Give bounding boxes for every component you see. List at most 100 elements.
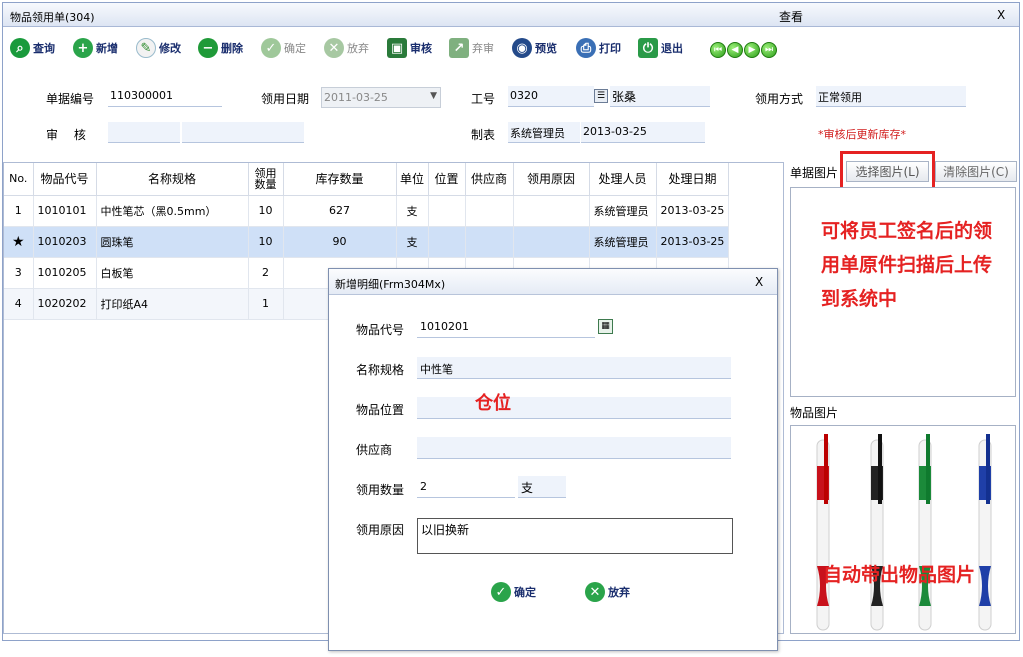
edit-label: 修改: [159, 42, 181, 55]
preview-icon: ◉: [512, 38, 532, 58]
minus-icon: −: [198, 38, 218, 58]
dialog-cancel-button[interactable]: ✕ 放弃: [585, 582, 630, 602]
dialog-code-field[interactable]: 1010201: [417, 316, 595, 338]
dialog-pos-field[interactable]: [417, 397, 731, 419]
add-detail-dialog: 新增明细(Frm304Mx) X 物品代号 1010201 ▦ 名称规格 中性笔…: [328, 268, 778, 651]
query-label: 查询: [33, 42, 55, 55]
lookup-icon[interactable]: ☰: [594, 89, 608, 103]
cell-code: 1020202: [33, 288, 97, 320]
delete-button[interactable]: − 删除: [198, 34, 243, 62]
col-pos[interactable]: 位置: [428, 163, 466, 196]
cell-qty: 10: [248, 195, 284, 227]
upload-annotation: 可将员工签名后的领 用单原件扫描后上传 到系统中: [821, 214, 1017, 316]
dialog-reason-field[interactable]: 以旧换新: [417, 518, 733, 554]
date-value: 2011-03-25: [324, 91, 388, 104]
auditor-field: [108, 122, 180, 143]
check-icon: ✓: [261, 38, 281, 58]
col-date[interactable]: 处理日期: [656, 163, 730, 196]
cell-date: 2013-03-25: [656, 195, 730, 227]
date-field[interactable]: 2011-03-25 ▼: [321, 87, 441, 108]
col-unit[interactable]: 单位: [396, 163, 429, 196]
cell-handler: 系统管理员: [589, 195, 657, 227]
cell-qty: 1: [248, 288, 284, 320]
col-qty[interactable]: 领用数量: [248, 163, 284, 196]
doc-no-label: 单据编号: [46, 92, 95, 106]
col-no[interactable]: No.: [4, 163, 34, 196]
audit-button[interactable]: ▣ 审核: [387, 34, 432, 62]
unaudit-icon: ↗: [449, 38, 469, 58]
window-mode: 查看: [779, 10, 804, 24]
cell-supplier: [465, 226, 514, 258]
prev-record-icon[interactable]: ◀: [727, 42, 743, 58]
window-title: 物品领用单(304): [10, 11, 95, 24]
query-button[interactable]: ⌕ 查询: [10, 34, 55, 62]
col-name[interactable]: 名称规格: [96, 163, 249, 196]
close-button[interactable]: X: [997, 8, 1005, 22]
dialog-title-bar: 新增明细(Frm304Mx) X: [329, 269, 777, 295]
table-row[interactable]: 1 1010101 中性笔芯（黑0.5mm） 10 627 支 系统管理员 20…: [4, 195, 730, 227]
doc-image-panel[interactable]: 可将员工签名后的领 用单原件扫描后上传 到系统中: [790, 187, 1016, 397]
cell-handler: 系统管理员: [589, 226, 657, 258]
first-record-icon[interactable]: ⏮: [710, 42, 726, 58]
method-label: 领用方式: [755, 92, 804, 106]
confirm-button[interactable]: ✓ 确定: [261, 34, 306, 62]
method-field[interactable]: 正常领用: [816, 86, 966, 107]
grid-lookup-icon[interactable]: ▦: [598, 319, 613, 334]
preview-button[interactable]: ◉ 预览: [512, 34, 557, 62]
unaudit-button[interactable]: ↗ 弃审: [449, 34, 494, 62]
col-handler[interactable]: 处理人员: [589, 163, 657, 196]
highlight-box: [840, 151, 935, 192]
pens-image: [816, 434, 992, 631]
cancel-icon: ✕: [324, 38, 344, 58]
next-record-icon[interactable]: ▶: [744, 42, 760, 58]
dialog-supplier-field[interactable]: [417, 437, 731, 459]
pos-annotation: 仓位: [475, 393, 511, 414]
audit-note: *审核后更新库存*: [818, 128, 906, 141]
exit-button[interactable]: ⏻ 退出: [638, 34, 683, 62]
discard-button[interactable]: ✕ 放弃: [324, 34, 369, 62]
cell-unit: 支: [396, 195, 429, 227]
col-reason[interactable]: 领用原因: [513, 163, 590, 196]
doc-no-field[interactable]: 110300001: [108, 86, 222, 107]
dialog-ok-button[interactable]: ✓ 确定: [491, 582, 536, 602]
item-image-label: 物品图片: [790, 406, 839, 420]
cell-code: 1010203: [33, 226, 97, 258]
emp-no-field[interactable]: 0320: [508, 86, 594, 107]
dialog-qty-label: 领用数量: [356, 483, 405, 497]
title-bar: 物品领用单(304) 查看 X: [3, 3, 1019, 27]
item-image-panel: 自动带出物品图片: [790, 425, 1016, 634]
dialog-supplier-label: 供应商: [356, 443, 393, 457]
cell-name: 白板笔: [96, 257, 249, 289]
cell-stock: 627: [283, 195, 397, 227]
dialog-close-button[interactable]: X: [755, 275, 763, 289]
table-row[interactable]: ★ 1010203 圆珠笔 10 90 支 系统管理员 2013-03-25: [4, 226, 730, 258]
audit-date-field: [182, 122, 304, 143]
col-stock[interactable]: 库存数量: [283, 163, 397, 196]
col-supplier[interactable]: 供应商: [465, 163, 514, 196]
dialog-qty-field[interactable]: 2: [417, 476, 515, 498]
cancel-icon: ✕: [585, 582, 605, 602]
cell-name: 打印纸A4: [96, 288, 249, 320]
edit-button[interactable]: ✎ 修改: [136, 34, 181, 62]
dropdown-arrow-icon[interactable]: ▼: [430, 91, 437, 101]
creator-label: 制表: [471, 128, 496, 142]
auditor-label: 审 核: [46, 128, 86, 142]
upload-annotation-line: 可将员工签名后的领: [821, 220, 993, 242]
plus-icon: +: [73, 38, 93, 58]
dialog-ok-label: 确定: [514, 586, 536, 599]
print-label: 打印: [599, 42, 621, 55]
print-button[interactable]: ⎙ 打印: [576, 34, 621, 62]
clear-image-button[interactable]: 清除图片(C): [935, 161, 1017, 182]
pen-blue-icon: [978, 434, 992, 631]
last-record-icon[interactable]: ⏭: [761, 42, 777, 58]
add-button[interactable]: + 新增: [73, 34, 118, 62]
audit-icon: ▣: [387, 38, 407, 58]
cell-no: 3: [4, 257, 34, 289]
confirm-label: 确定: [284, 42, 306, 55]
exit-icon: ⏻: [638, 38, 658, 58]
cell-reason: [513, 195, 590, 227]
col-code[interactable]: 物品代号: [33, 163, 97, 196]
cell-name: 圆珠笔: [96, 226, 249, 258]
delete-label: 删除: [221, 42, 243, 55]
print-icon: ⎙: [576, 38, 596, 58]
